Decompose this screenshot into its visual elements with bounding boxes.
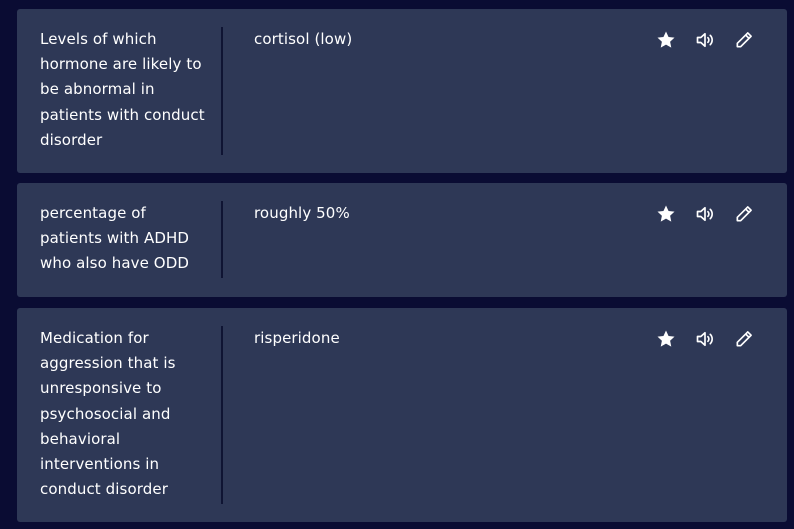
star-icon[interactable] [655,203,677,225]
pencil-icon[interactable] [733,29,755,51]
term-text: percentage of patients with ADHD who als… [40,204,190,273]
column-divider [221,27,223,155]
speaker-icon[interactable] [694,328,716,350]
star-icon[interactable] [655,29,677,51]
speaker-icon[interactable] [694,29,716,51]
pencil-icon[interactable] [733,328,755,350]
card-actions [655,29,755,51]
card-actions [655,203,755,225]
column-divider [221,326,223,504]
definition-text: cortisol (low) [254,30,353,48]
star-icon[interactable] [655,328,677,350]
definition-text: risperidone [254,329,340,347]
card-actions [655,328,755,350]
column-divider [221,201,223,278]
speaker-icon[interactable] [694,203,716,225]
flashcard-row: Levels of which hormone are likely to be… [17,9,787,173]
flashcard-row: Medication for aggression that is unresp… [17,308,787,522]
flashcard-row: percentage of patients with ADHD who als… [17,183,787,297]
term-text: Medication for aggression that is unresp… [40,329,176,499]
term-text: Levels of which hormone are likely to be… [40,30,205,149]
pencil-icon[interactable] [733,203,755,225]
definition-text: roughly 50% [254,204,350,222]
